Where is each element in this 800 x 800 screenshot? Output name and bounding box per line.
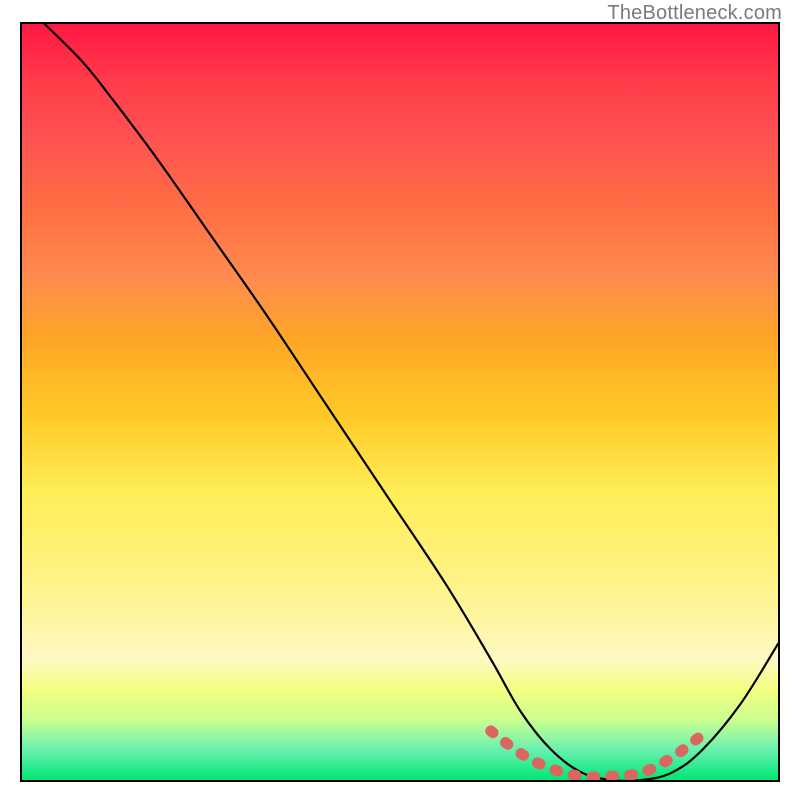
optimal-band-path bbox=[491, 731, 703, 777]
chart-container: TheBottleneck.com bbox=[0, 0, 800, 800]
plot-area bbox=[20, 22, 780, 782]
bottleneck-curve-path bbox=[45, 24, 778, 780]
chart-svg bbox=[22, 24, 778, 780]
